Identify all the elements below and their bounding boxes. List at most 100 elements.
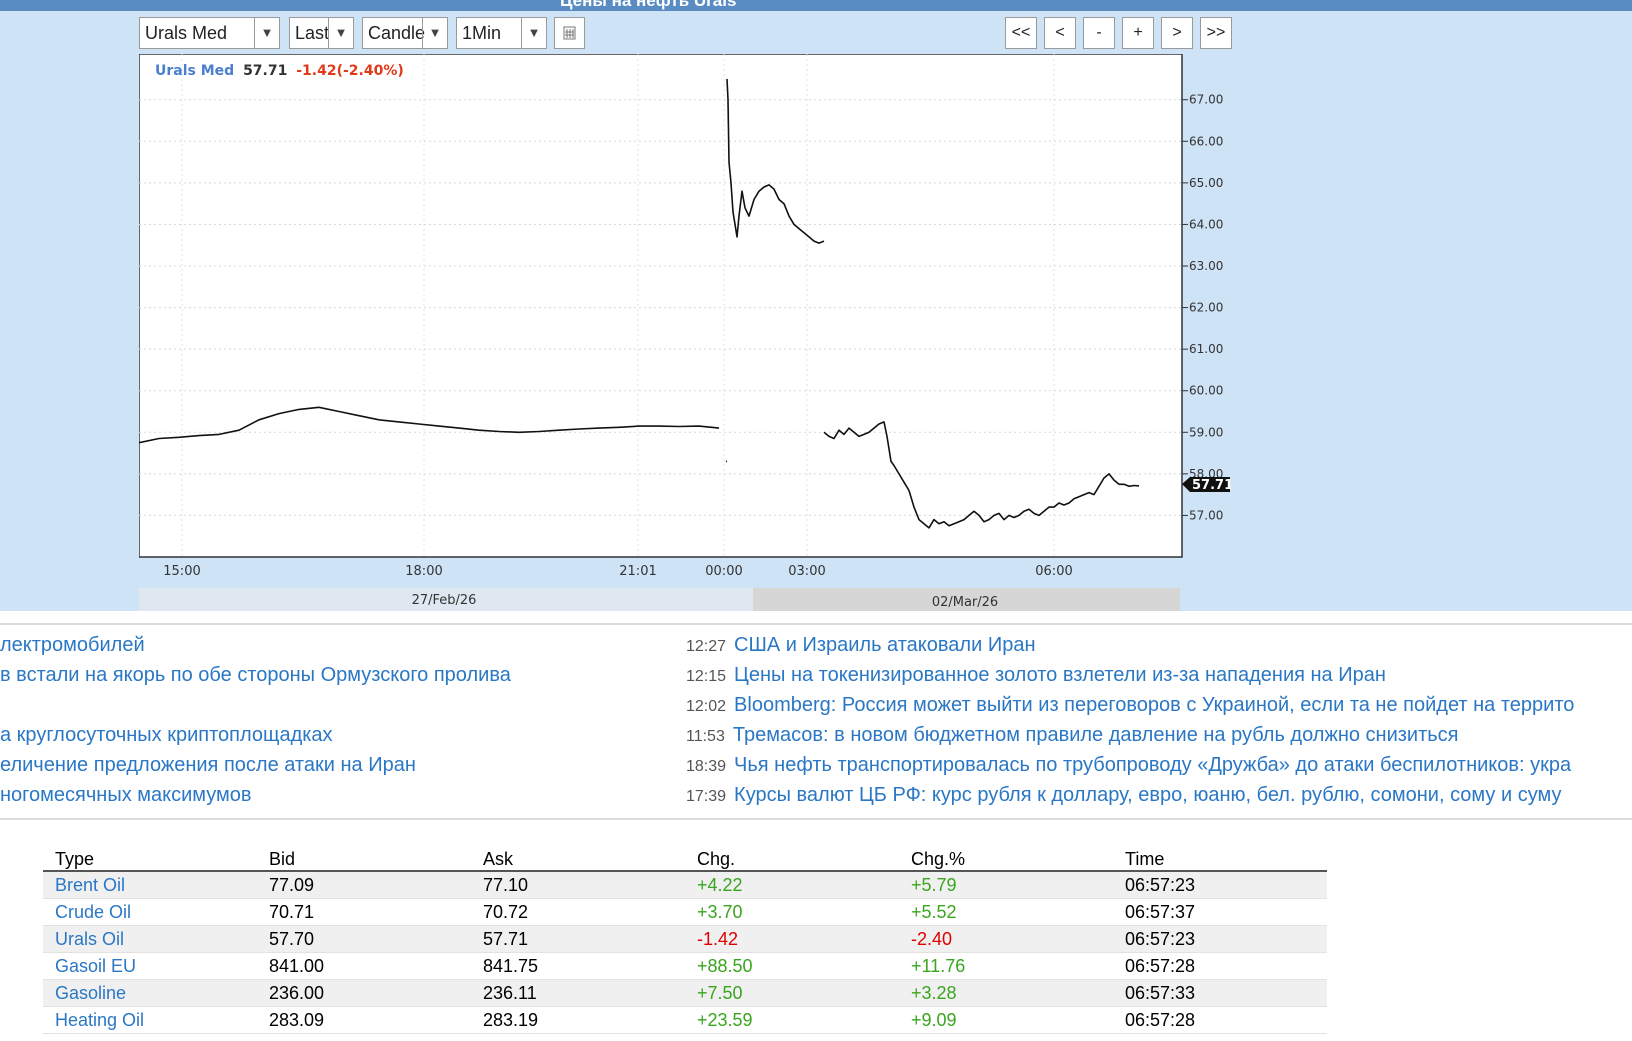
news-time: 11:53 xyxy=(686,728,725,745)
news-headline-link[interactable]: в встали на якорь по обе стороны Ормузск… xyxy=(0,664,511,686)
table-row: Urals Oil 57.70 57.71 -1.42 -2.40 06:57:23 xyxy=(43,925,1327,953)
page-title: Цены на нефть Urals xyxy=(560,0,737,10)
change-pct-cell: +9.09 xyxy=(899,1006,1113,1034)
quotes-table: Type Bid Ask Chg. Chg.% Time Brent Oil 77… xyxy=(43,848,1327,1034)
news-item[interactable]: 11:53 Тремасов: в новом бюджетном правиле… xyxy=(686,724,1632,747)
table-icon xyxy=(563,26,576,40)
ask-cell: 841.75 xyxy=(471,952,685,980)
x-tick-label: 00:00 xyxy=(705,564,742,579)
chart-settings-button[interactable] xyxy=(554,17,585,49)
bid-cell: 236.00 xyxy=(257,979,471,1007)
y-tick-label: 64.00 xyxy=(1189,217,1223,231)
news-headline-link[interactable]: США и Израиль атаковали Иран xyxy=(734,634,1035,656)
nav-first-button[interactable]: << xyxy=(1005,17,1037,49)
change-pct-cell: +3.28 xyxy=(899,979,1113,1007)
time-cell: 06:57:28 xyxy=(1113,952,1327,980)
news-item[interactable]: 12:02 Bloomberg: Россия может выйти из пе… xyxy=(686,694,1632,717)
news-headline-link[interactable]: Тремасов: в новом бюджетном правиле давл… xyxy=(733,724,1459,746)
time-cell: 06:57:23 xyxy=(1113,871,1327,899)
news-headline-link[interactable]: а круглосуточных криптоплощадках xyxy=(0,724,333,746)
chevron-down-icon[interactable]: ▼ xyxy=(521,18,546,48)
chevron-down-icon[interactable]: ▼ xyxy=(422,18,447,48)
last-price-label: 57.71 xyxy=(1192,478,1231,493)
news-headline-link[interactable]: еличение предложения после атаки на Иран xyxy=(0,754,416,776)
news-item[interactable]: 12:27 США и Израиль атаковали Иран xyxy=(686,634,1632,657)
change-pct-cell: +11.76 xyxy=(899,952,1113,980)
news-item[interactable]: 18:39 Чья нефть транспортировалась по тру… xyxy=(686,754,1632,777)
news-time: 12:27 xyxy=(686,638,727,655)
zoom-in-button[interactable]: + xyxy=(1122,17,1154,49)
bid-cell: 70.71 xyxy=(257,898,471,926)
news-headline-link[interactable]: Цены на токенизированное золото взлетели… xyxy=(734,664,1386,686)
ask-cell: 77.10 xyxy=(471,871,685,899)
legend-change-pct: (-2.40%) xyxy=(337,63,404,79)
title-bar: Цены на нефть Urals xyxy=(0,0,1632,11)
y-tick-label: 65.00 xyxy=(1189,176,1223,190)
nav-last-button[interactable]: >> xyxy=(1200,17,1232,49)
news-headline-link[interactable]: Курсы валют ЦБ РФ: курс рубля к доллару,… xyxy=(734,784,1561,806)
divider xyxy=(0,818,1632,820)
news-item[interactable]: в встали на якорь по обе стороны Ормузск… xyxy=(0,664,660,687)
bid-cell: 841.00 xyxy=(257,952,471,980)
bid-cell: 283.09 xyxy=(257,1006,471,1034)
table-row: Brent Oil 77.09 77.10 +4.22 +5.79 06:57:23 xyxy=(43,871,1327,899)
news-item[interactable]: лектромобилей xyxy=(0,634,660,657)
change-cell: -1.42 xyxy=(685,925,899,953)
news-item[interactable]: ногомесячных максимумов xyxy=(0,784,660,807)
column-header-bid[interactable]: Bid xyxy=(257,848,471,872)
column-header-time[interactable]: Time xyxy=(1113,848,1327,872)
news-headline-link[interactable]: ногомесячных максимумов xyxy=(0,784,252,806)
news-item[interactable]: еличение предложения после атаки на Иран xyxy=(0,754,660,777)
chevron-down-icon[interactable]: ▼ xyxy=(328,18,353,48)
price-field-select[interactable]: Last ▼ xyxy=(289,17,354,49)
change-cell: +23.59 xyxy=(685,1006,899,1034)
instrument-name-link[interactable]: Crude Oil xyxy=(43,898,257,926)
x-tick-label: 21:01 xyxy=(619,564,656,579)
column-header-ask[interactable]: Ask xyxy=(471,848,685,872)
instrument-name-link[interactable]: Urals Oil xyxy=(43,925,257,953)
interval-select[interactable]: 1Min ▼ xyxy=(456,17,547,49)
y-tick-label: 60.00 xyxy=(1189,384,1223,398)
column-header-chg-pct[interactable]: Chg.% xyxy=(899,848,1113,872)
change-cell: +7.50 xyxy=(685,979,899,1007)
table-header-row: Type Bid Ask Chg. Chg.% Time xyxy=(43,848,1327,872)
date-label: 02/Mar/26 xyxy=(932,595,998,610)
price-chart[interactable]: 57.0058.0059.0060.0061.0062.0063.0064.00… xyxy=(139,54,1231,611)
chart-legend: Urals Med 57.71 -1.42(-2.40%) xyxy=(155,63,404,79)
y-tick-label: 61.00 xyxy=(1189,342,1223,356)
chevron-down-icon[interactable]: ▼ xyxy=(254,18,279,48)
news-headline-link[interactable]: Чья нефть транспортировалась по трубопро… xyxy=(734,754,1571,776)
instrument-name-link[interactable]: Heating Oil xyxy=(43,1006,257,1034)
news-item[interactable]: 17:39 Курсы валют ЦБ РФ: курс рубля к дол… xyxy=(686,784,1632,807)
column-header-type[interactable]: Type xyxy=(43,848,257,872)
interval-select-value: 1Min xyxy=(462,23,502,43)
y-tick-label: 67.00 xyxy=(1189,93,1223,107)
column-header-chg[interactable]: Chg. xyxy=(685,848,899,872)
news-headline-link[interactable]: лектромобилей xyxy=(0,634,145,656)
news-item[interactable]: 12:15 Цены на токенизированное золото взл… xyxy=(686,664,1632,687)
y-tick-label: 59.00 xyxy=(1189,425,1223,439)
ask-cell: 70.72 xyxy=(471,898,685,926)
instrument-select[interactable]: Urals Med ▼ xyxy=(139,17,280,49)
table-row: Heating Oil 283.09 283.19 +23.59 +9.09 06:57:… xyxy=(43,1006,1327,1034)
table-row: Gasoil EU 841.00 841.75 +88.50 +11.76 06:57:2… xyxy=(43,952,1327,980)
ask-cell: 283.19 xyxy=(471,1006,685,1034)
table-row: Crude Oil 70.71 70.72 +3.70 +5.52 06:57:37 xyxy=(43,898,1327,926)
x-tick-label: 18:00 xyxy=(405,564,442,579)
news-time: 18:39 xyxy=(686,758,727,775)
chart-style-select[interactable]: Candle ▼ xyxy=(362,17,448,49)
legend-series-name: Urals Med xyxy=(155,63,234,79)
news-headline-link[interactable]: Bloomberg: Россия может выйти из перегов… xyxy=(734,694,1574,716)
instrument-name-link[interactable]: Gasoline xyxy=(43,979,257,1007)
instrument-name-link[interactable]: Brent Oil xyxy=(43,871,257,899)
table-row: Gasoline 236.00 236.11 +7.50 +3.28 06:57:33 xyxy=(43,979,1327,1007)
bid-cell: 77.09 xyxy=(257,871,471,899)
zoom-out-button[interactable]: - xyxy=(1083,17,1115,49)
news-item[interactable]: а круглосуточных криптоплощадках xyxy=(0,724,660,747)
nav-next-button[interactable]: > xyxy=(1161,17,1193,49)
time-cell: 06:57:33 xyxy=(1113,979,1327,1007)
change-pct-cell: -2.40 xyxy=(899,925,1113,953)
instrument-name-link[interactable]: Gasoil EU xyxy=(43,952,257,980)
nav-prev-button[interactable]: < xyxy=(1044,17,1076,49)
change-pct-cell: +5.52 xyxy=(899,898,1113,926)
